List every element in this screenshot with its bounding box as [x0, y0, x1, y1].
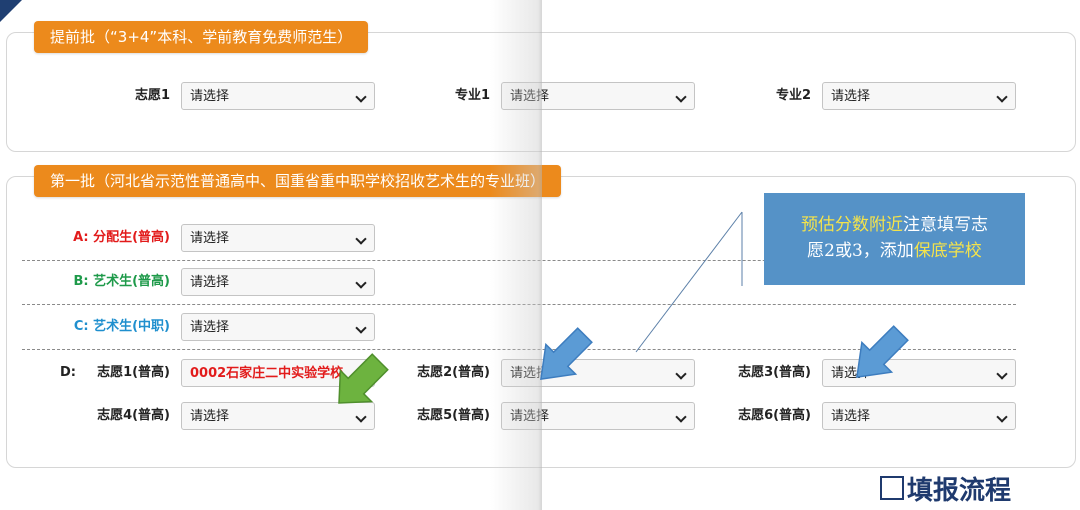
field-label-d-choice3: 志愿3(普高): [738, 365, 811, 380]
chevron-down-icon: [675, 368, 687, 380]
row-b-label: B: 艺术生(普高): [73, 274, 170, 289]
chevron-down-icon: [355, 233, 367, 245]
footer-title: 填报流程: [880, 470, 1011, 507]
select-d-choice2[interactable]: 请选择: [501, 359, 695, 387]
field-label-d-choice5: 志愿5(普高): [417, 408, 490, 423]
field-label-major1: 专业1: [454, 88, 490, 103]
chevron-down-icon: [996, 368, 1008, 380]
section-early-batch-title: 提前批（“3+4”本科、学前教育免费师范生）: [34, 21, 369, 53]
field-label-choice1: 志愿1: [134, 88, 170, 103]
select-d-choice4[interactable]: 请选择: [181, 402, 375, 430]
chevron-down-icon: [355, 277, 367, 289]
chevron-down-icon: [355, 322, 367, 334]
chevron-down-icon: [355, 411, 367, 423]
field-label-d-choice6: 志愿6(普高): [738, 408, 811, 423]
select-d-choice1[interactable]: 0002石家庄二中实验学校: [181, 359, 375, 387]
field-label-d-choice1: 志愿1(普高): [97, 365, 170, 380]
divider: [22, 349, 1016, 350]
section-first-batch-title: 第一批（河北省示范性普通高中、国重省重中职学校招收艺术生的专业班）: [34, 165, 562, 197]
chevron-down-icon: [355, 91, 367, 103]
select-choice1[interactable]: 请选择: [181, 82, 375, 110]
select-d-choice5[interactable]: 请选择: [501, 402, 695, 430]
chevron-down-icon: [996, 91, 1008, 103]
divider: [22, 304, 1016, 305]
select-major1[interactable]: 请选择: [501, 82, 695, 110]
field-label-d-choice2: 志愿2(普高): [417, 365, 490, 380]
row-c-label: C: 艺术生(中职): [73, 319, 170, 334]
chevron-down-icon: [355, 368, 367, 380]
chevron-down-icon: [675, 411, 687, 423]
select-major2[interactable]: 请选择: [822, 82, 1016, 110]
field-label-major2: 专业2: [775, 88, 811, 103]
checkbox-square-icon: [880, 476, 904, 500]
tip-callout: 预估分数附近注意填写志 愿2或3，添加保底学校: [764, 193, 1025, 285]
select-row-b[interactable]: 请选择: [181, 268, 375, 296]
field-label-d-choice4: 志愿4(普高): [97, 408, 170, 423]
select-d-choice6[interactable]: 请选择: [822, 402, 1016, 430]
select-row-c[interactable]: 请选择: [181, 313, 375, 341]
select-d-choice3[interactable]: 请选择: [822, 359, 1016, 387]
chevron-down-icon: [675, 91, 687, 103]
chevron-down-icon: [996, 411, 1008, 423]
row-a-label: A: 分配生(普高): [73, 230, 170, 245]
corner-decoration: [0, 0, 22, 22]
select-row-a[interactable]: 请选择: [181, 224, 375, 252]
